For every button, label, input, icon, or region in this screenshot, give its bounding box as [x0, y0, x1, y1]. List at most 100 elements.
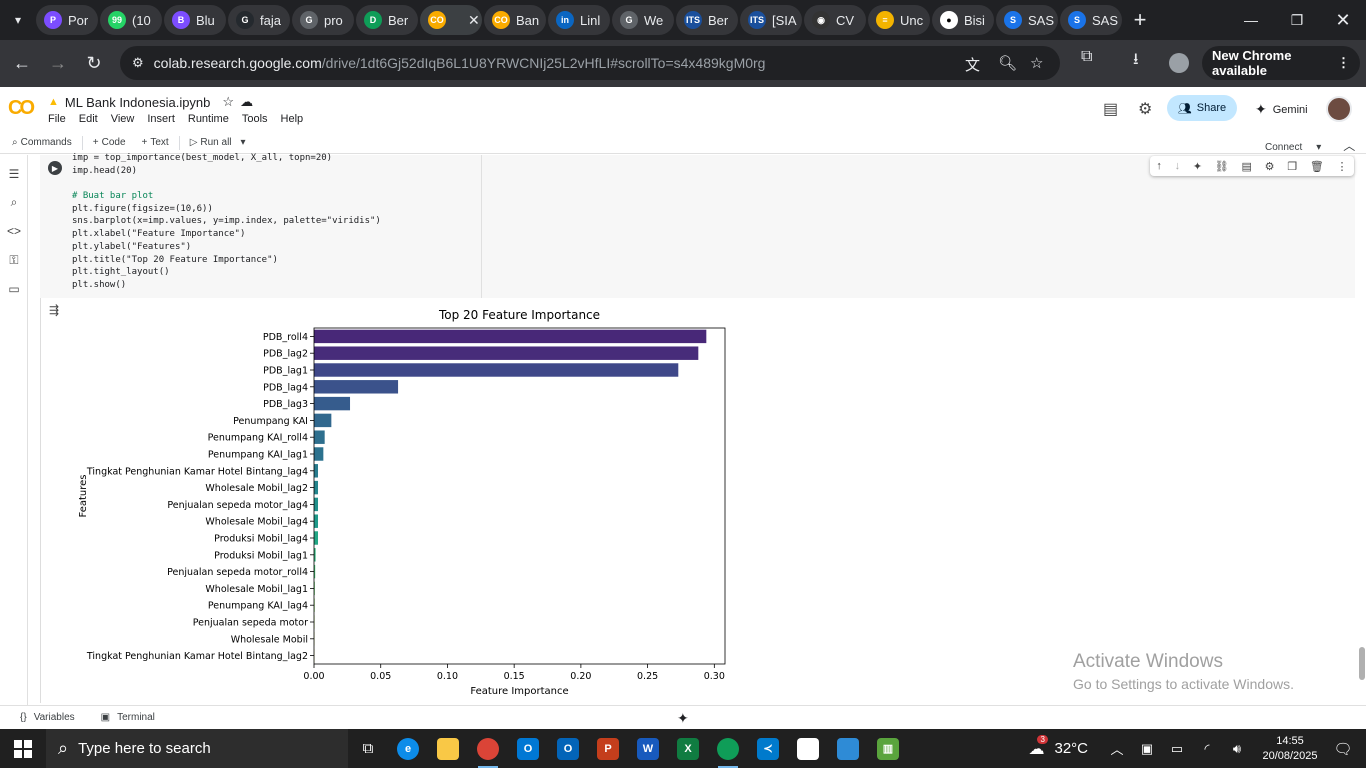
menu-item-insert[interactable]: Insert	[147, 113, 175, 125]
more-icon[interactable]: ⋮	[1337, 160, 1348, 173]
clock[interactable]: 14:55 20/08/2025	[1252, 734, 1328, 764]
chrome-icon[interactable]	[468, 729, 508, 768]
gemini-sparkle-icon[interactable]: ✦	[677, 710, 689, 727]
browser-tab[interactable]: ● Bisi	[932, 5, 994, 35]
site-info-icon[interactable]: ⚙	[132, 55, 144, 71]
browser-tab[interactable]: S SAS	[996, 5, 1058, 35]
close-window-icon[interactable]: ✕	[1320, 0, 1366, 40]
menu-item-tools[interactable]: Tools	[242, 113, 268, 125]
cloud-icon[interactable]: ☁	[240, 94, 253, 110]
powerpoint-icon[interactable]: P	[588, 729, 628, 768]
code-editor[interactable]: imp = top_importance(best_model, X_all, …	[72, 152, 381, 292]
browser-tab[interactable]: D Ber	[356, 5, 418, 35]
translate-icon[interactable]: 文	[965, 54, 980, 75]
browser-tab[interactable]: ITS Ber	[676, 5, 738, 35]
commands-button[interactable]: ⌕ Commands	[6, 137, 78, 148]
menu-item-file[interactable]: File	[48, 113, 66, 125]
windows-start-button[interactable]	[0, 729, 46, 768]
browser-tab[interactable]: ◉ CV	[804, 5, 866, 35]
terminal-button[interactable]: ▣ Terminal	[95, 712, 161, 723]
browser-tab[interactable]: in Linl	[548, 5, 610, 35]
colab-logo[interactable]: CO	[8, 97, 35, 120]
mirror-cell-icon[interactable]: ❐	[1287, 160, 1297, 173]
chart-app-icon[interactable]: ▥	[868, 729, 908, 768]
star-icon[interactable]: ☆	[222, 94, 234, 110]
file-explorer-icon[interactable]	[428, 729, 468, 768]
secrets-key-icon[interactable]: ⚿	[6, 253, 22, 269]
browser-tab[interactable]: ≡ Unc	[868, 5, 930, 35]
address-bar[interactable]: ⚙ colab.research.google.com/drive/1dt6Gj…	[120, 46, 1060, 80]
outlook-icon[interactable]: O	[508, 729, 548, 768]
files-folder-icon[interactable]: ▭	[6, 282, 22, 298]
bookmark-star-icon[interactable]: ☆	[1030, 54, 1043, 72]
notifications-icon[interactable]: 🗨︎	[1328, 740, 1358, 758]
notebook-scrollbar[interactable]	[1358, 155, 1366, 705]
code-snippets-icon[interactable]: <>	[6, 224, 22, 240]
menu-item-edit[interactable]: Edit	[79, 113, 98, 125]
code-cell[interactable]: ▶ imp = top_importance(best_model, X_all…	[40, 152, 1355, 298]
display-icon[interactable]: ▣	[1132, 741, 1162, 757]
profile-avatar[interactable]	[1169, 53, 1189, 73]
table-of-contents-icon[interactable]: ☰	[6, 167, 22, 183]
menu-item-runtime[interactable]: Runtime	[188, 113, 229, 125]
browser-tab[interactable]: CO ✕	[420, 5, 482, 35]
run-cell-button[interactable]: ▶	[48, 161, 62, 175]
browser-tab[interactable]: G We	[612, 5, 674, 35]
move-up-icon[interactable]: ↑	[1156, 160, 1162, 172]
comments-icon[interactable]: ▤	[1103, 99, 1118, 119]
task-view-icon[interactable]: ⧉	[348, 729, 388, 768]
chevron-down-icon[interactable]: ▾	[1316, 142, 1321, 153]
new-chrome-available-button[interactable]: New Chrome available ⋮	[1202, 46, 1360, 80]
weather-icon[interactable]: ☁ 3	[1028, 734, 1048, 759]
account-avatar[interactable]	[1326, 96, 1352, 122]
zoom-icon[interactable]: 🔍︎	[998, 54, 1017, 72]
notepad-icon[interactable]	[788, 729, 828, 768]
browser-tab[interactable]: B Blu	[164, 5, 226, 35]
find-replace-icon[interactable]: ⌕	[6, 195, 22, 211]
edge-icon[interactable]: e	[388, 729, 428, 768]
browser-tab[interactable]: Gfaja	[228, 5, 290, 35]
cell-settings-gear-icon[interactable]: ⚙	[1265, 160, 1275, 173]
chrome-profile-icon[interactable]	[708, 729, 748, 768]
forward-icon[interactable]: →	[40, 46, 76, 82]
vscode-icon[interactable]: ≺	[748, 729, 788, 768]
add-text-button[interactable]: + Text	[136, 137, 175, 148]
outlook-classic-icon[interactable]: O	[548, 729, 588, 768]
battery-icon[interactable]: ▭	[1162, 741, 1192, 757]
minimize-icon[interactable]: —	[1228, 0, 1274, 40]
settings-gear-icon[interactable]: ⚙	[1138, 99, 1152, 119]
collapse-header-icon[interactable]: ︿	[1343, 139, 1355, 153]
comment-icon[interactable]: ▤	[1241, 160, 1251, 173]
link-icon[interactable]: ⛓	[1215, 160, 1229, 173]
weather-temp[interactable]: 32°C	[1054, 740, 1088, 757]
share-button[interactable]: 👥︎ Share	[1167, 95, 1237, 121]
taskbar-search-box[interactable]: ⌕ Type here to search	[46, 729, 348, 768]
reload-icon[interactable]: ↻	[76, 46, 112, 82]
menu-item-view[interactable]: View	[111, 113, 135, 125]
gemini-sparkle-icon[interactable]: ✦	[1193, 160, 1202, 173]
volume-icon[interactable]: 🔊︎	[1222, 741, 1252, 757]
browser-tab[interactable]: ITS [SIA	[740, 5, 802, 35]
download-icon[interactable]: ⭳	[1133, 48, 1139, 75]
connect-button[interactable]: Connect ▾ ︿	[1265, 137, 1355, 154]
browser-tab[interactable]: S SAS	[1060, 5, 1122, 35]
restore-icon[interactable]: ❐	[1274, 0, 1320, 40]
browser-tab[interactable]: Gpro	[292, 5, 354, 35]
run-all-button[interactable]: ▷ Run all ▾	[184, 137, 252, 148]
output-actions-icon[interactable]: ⇶	[49, 303, 59, 317]
maps-app-icon[interactable]	[828, 729, 868, 768]
excel-icon[interactable]: X	[668, 729, 708, 768]
gemini-button[interactable]: ✦ Gemini	[1255, 101, 1308, 118]
browser-tab[interactable]: CO Ban	[484, 5, 546, 35]
extensions-icon[interactable]: ⧉	[1081, 48, 1092, 66]
back-icon[interactable]: ←	[4, 46, 40, 82]
browser-tab[interactable]: P Por	[36, 5, 98, 35]
show-hidden-icons-chevron-icon[interactable]: ︿	[1102, 739, 1132, 758]
new-tab-button[interactable]: +	[1124, 7, 1156, 33]
delete-trash-icon[interactable]: 🗑︎	[1310, 160, 1324, 173]
menu-item-help[interactable]: Help	[281, 113, 304, 125]
tab-search-chevron-icon[interactable]: ▾	[0, 0, 36, 40]
notebook-title[interactable]: ML Bank Indonesia.ipynb	[65, 95, 211, 110]
variables-button[interactable]: {} Variables	[14, 712, 81, 723]
add-code-button[interactable]: + Code	[87, 137, 132, 148]
